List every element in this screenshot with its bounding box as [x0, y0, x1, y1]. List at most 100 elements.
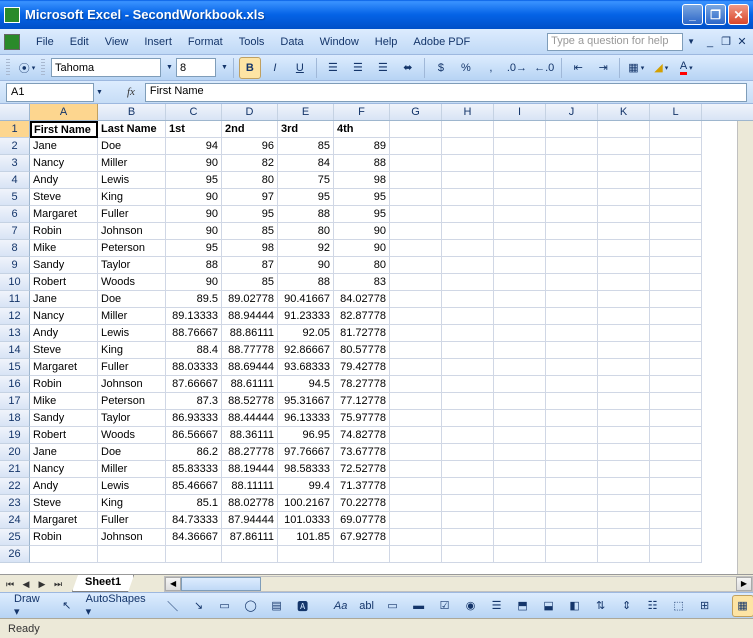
cell[interactable]: King: [98, 189, 166, 206]
cell[interactable]: Jane: [30, 138, 98, 155]
cell[interactable]: [650, 155, 702, 172]
row-header[interactable]: 1: [0, 121, 30, 138]
cell[interactable]: 95: [166, 172, 222, 189]
combo-drop-control[interactable]: ◧: [564, 595, 586, 617]
cell[interactable]: Steve: [30, 342, 98, 359]
row-header[interactable]: 19: [0, 427, 30, 444]
cell[interactable]: [494, 172, 546, 189]
scroll-thumb[interactable]: [181, 577, 261, 591]
cell[interactable]: 80.57778: [334, 342, 390, 359]
cell[interactable]: 85: [222, 223, 278, 240]
cell[interactable]: 98: [334, 172, 390, 189]
row-header[interactable]: 13: [0, 325, 30, 342]
font-color-button[interactable]: A▾: [675, 57, 697, 79]
cell[interactable]: Lewis: [98, 172, 166, 189]
cell[interactable]: [650, 461, 702, 478]
cell[interactable]: [442, 240, 494, 257]
column-header-D[interactable]: D: [222, 104, 278, 120]
italic-button[interactable]: I: [264, 57, 286, 79]
cell[interactable]: Robin: [30, 223, 98, 240]
cell[interactable]: Sandy: [30, 410, 98, 427]
cell[interactable]: Jane: [30, 291, 98, 308]
cell[interactable]: Doe: [98, 138, 166, 155]
percent-button[interactable]: %: [455, 57, 477, 79]
cell[interactable]: 95: [334, 189, 390, 206]
autoshapes-menu[interactable]: AutoShapes ▾: [82, 591, 150, 620]
cell[interactable]: 88.11111: [222, 478, 278, 495]
cell[interactable]: [598, 291, 650, 308]
merge-center-button[interactable]: ⬌: [397, 57, 419, 79]
cell[interactable]: [494, 427, 546, 444]
cell[interactable]: [494, 478, 546, 495]
help-search[interactable]: Type a question for help: [547, 33, 683, 51]
align-center-button[interactable]: ☰: [347, 57, 369, 79]
cell[interactable]: [546, 206, 598, 223]
row-header[interactable]: 10: [0, 274, 30, 291]
cell[interactable]: [278, 546, 334, 563]
cell[interactable]: 90.41667: [278, 291, 334, 308]
row-header[interactable]: 4: [0, 172, 30, 189]
column-header-B[interactable]: B: [98, 104, 166, 120]
cell[interactable]: [390, 444, 442, 461]
cell[interactable]: [598, 240, 650, 257]
cell[interactable]: [442, 444, 494, 461]
cell[interactable]: 84.02778: [334, 291, 390, 308]
wordart-button[interactable]: 🅰: [292, 595, 314, 617]
cell[interactable]: [598, 359, 650, 376]
cell[interactable]: [546, 325, 598, 342]
cell[interactable]: [442, 376, 494, 393]
cell[interactable]: [650, 529, 702, 546]
cell[interactable]: [494, 274, 546, 291]
cell[interactable]: [494, 495, 546, 512]
highlight-button[interactable]: ▦: [732, 595, 753, 617]
cell[interactable]: [390, 512, 442, 529]
cell[interactable]: 80: [222, 172, 278, 189]
cell[interactable]: Nancy: [30, 308, 98, 325]
cell[interactable]: 74.82778: [334, 427, 390, 444]
cell[interactable]: Peterson: [98, 240, 166, 257]
cell[interactable]: 88: [334, 155, 390, 172]
arrow-button[interactable]: ↘: [188, 595, 210, 617]
cell[interactable]: [390, 121, 442, 138]
cell[interactable]: [546, 342, 598, 359]
cell[interactable]: [650, 393, 702, 410]
cell[interactable]: [650, 189, 702, 206]
cell[interactable]: [546, 393, 598, 410]
cell[interactable]: [494, 325, 546, 342]
cell[interactable]: [494, 393, 546, 410]
cell[interactable]: [390, 240, 442, 257]
cell[interactable]: [650, 342, 702, 359]
menu-data[interactable]: Data: [272, 33, 311, 51]
cell[interactable]: [494, 291, 546, 308]
cell[interactable]: [442, 308, 494, 325]
cell[interactable]: [390, 206, 442, 223]
cell[interactable]: 87.94444: [222, 512, 278, 529]
cell[interactable]: [598, 308, 650, 325]
cell[interactable]: [546, 240, 598, 257]
cell[interactable]: 88.44444: [222, 410, 278, 427]
fx-button[interactable]: fx: [127, 86, 135, 98]
cell[interactable]: [598, 376, 650, 393]
cell[interactable]: [390, 138, 442, 155]
maximize-button[interactable]: ❐: [705, 4, 726, 25]
cell[interactable]: 95.31667: [278, 393, 334, 410]
row-header[interactable]: 15: [0, 359, 30, 376]
cell[interactable]: [390, 461, 442, 478]
cell[interactable]: 89.13333: [166, 308, 222, 325]
cell[interactable]: [390, 257, 442, 274]
cell[interactable]: 85.1: [166, 495, 222, 512]
cell[interactable]: 95: [278, 189, 334, 206]
cell[interactable]: [650, 291, 702, 308]
cell[interactable]: Robert: [30, 427, 98, 444]
cell[interactable]: 90: [166, 189, 222, 206]
cell[interactable]: King: [98, 495, 166, 512]
cell[interactable]: [598, 410, 650, 427]
cell[interactable]: [442, 155, 494, 172]
row-header[interactable]: 11: [0, 291, 30, 308]
cell[interactable]: 92: [278, 240, 334, 257]
cell[interactable]: 67.92778: [334, 529, 390, 546]
cell[interactable]: 89.02778: [222, 291, 278, 308]
font-name-select[interactable]: Tahoma: [51, 58, 161, 77]
cell[interactable]: 99.4: [278, 478, 334, 495]
menu-view[interactable]: View: [97, 33, 137, 51]
